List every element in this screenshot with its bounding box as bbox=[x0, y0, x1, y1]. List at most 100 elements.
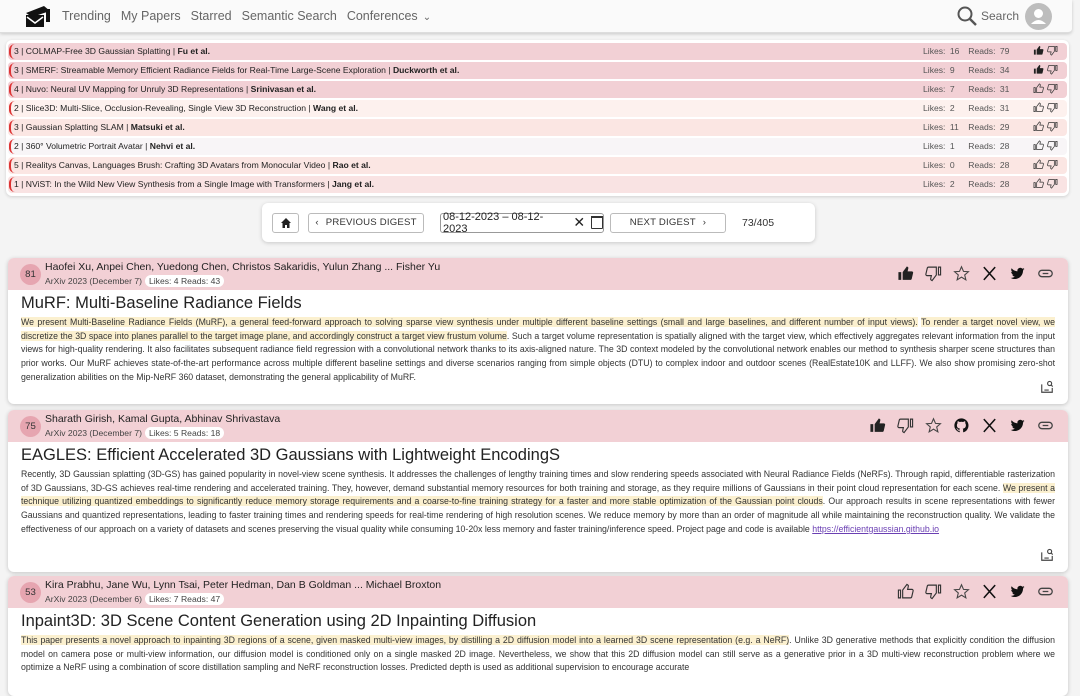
digest-authors: Wang et al. bbox=[313, 103, 359, 114]
thumb-up-filled-icon[interactable] bbox=[897, 265, 914, 287]
digest-row-text[interactable]: 1 | NViST: In the Wild New View Synthesi… bbox=[14, 179, 923, 189]
nav-my-papers[interactable]: My Papers bbox=[121, 9, 181, 23]
thumb-down-icon[interactable] bbox=[925, 265, 942, 287]
nav-semantic-search[interactable]: Semantic Search bbox=[242, 9, 337, 23]
digest-row-text[interactable]: 2 | 360° Volumetric Portrait Avatar | Ne… bbox=[14, 141, 923, 151]
star-icon[interactable] bbox=[953, 583, 970, 605]
github-icon[interactable] bbox=[953, 417, 970, 439]
thumb-down-icon[interactable] bbox=[1047, 102, 1058, 115]
digest-title: COLMAP-Free 3D Gaussian Splatting bbox=[25, 46, 171, 57]
digest-row-text[interactable]: 3 | COLMAP-Free 3D Gaussian Splatting | … bbox=[14, 46, 923, 56]
digest-stats: Likes: 11 Reads: 29 bbox=[923, 122, 1023, 132]
digest-row-text[interactable]: 3 | Gaussian Splatting SLAM | Matsuki et… bbox=[14, 122, 923, 132]
home-button[interactable] bbox=[272, 212, 299, 233]
x-icon[interactable] bbox=[981, 417, 998, 439]
star-icon[interactable] bbox=[953, 265, 970, 287]
thumb-up-icon[interactable] bbox=[1033, 102, 1044, 115]
calendar-icon[interactable] bbox=[591, 215, 603, 229]
paper-title[interactable]: MuRF: Multi-Baseline Radiance Fields bbox=[21, 294, 1068, 316]
next-digest-button[interactable]: NEXT DIGEST › bbox=[610, 212, 726, 233]
project-link[interactable]: https://efficientgaussian.github.io bbox=[812, 524, 939, 534]
likes-count: 9 bbox=[949, 65, 955, 76]
paper-authors[interactable]: Kira Prabhu, Jane Wu, Lynn Tsai, Peter H… bbox=[45, 579, 441, 591]
search-icon bbox=[957, 6, 977, 26]
digest-row[interactable]: 3 | SMERF: Streamable Memory Efficient R… bbox=[8, 61, 1067, 79]
thumb-up-icon[interactable] bbox=[897, 583, 914, 605]
digest-row[interactable]: 4 | Nuvo: Neural UV Mapping for Unruly 3… bbox=[8, 80, 1067, 98]
digest-stats: Likes: 0 Reads: 28 bbox=[923, 160, 1023, 170]
reads-label: Reads: bbox=[968, 65, 996, 76]
digest-stats: Likes: 7 Reads: 31 bbox=[923, 84, 1023, 94]
digest-row[interactable]: 2 | Slice3D: Multi-Slice, Occlusion-Reve… bbox=[8, 99, 1067, 117]
twitter-icon[interactable] bbox=[1009, 265, 1026, 287]
paper-title[interactable]: Inpaint3D: 3D Scene Content Generation u… bbox=[21, 612, 1068, 634]
link-icon[interactable] bbox=[1037, 417, 1054, 439]
thumb-up-icon[interactable] bbox=[1033, 121, 1044, 134]
previous-digest-button[interactable]: ‹ PREVIOUS DIGEST bbox=[308, 212, 424, 233]
digest-row-text[interactable]: 4 | Nuvo: Neural UV Mapping for Unruly 3… bbox=[14, 84, 923, 94]
twitter-icon[interactable] bbox=[1009, 417, 1026, 439]
search-button[interactable]: Search bbox=[956, 5, 1019, 27]
user-avatar[interactable] bbox=[1025, 2, 1052, 30]
paper-authors[interactable]: Sharath Girish, Kamal Gupta, Abhinav Shr… bbox=[45, 413, 280, 425]
digest-row[interactable]: 2 | 360° Volumetric Portrait Avatar | Ne… bbox=[8, 137, 1067, 155]
star-icon[interactable] bbox=[925, 417, 942, 439]
reads-count: 31 bbox=[999, 103, 1010, 114]
paper-title[interactable]: EAGLES: Efficient Accelerated 3D Gaussia… bbox=[21, 446, 1068, 468]
paper-header: 75 Sharath Girish, Kamal Gupta, Abhinav … bbox=[8, 410, 1068, 442]
twitter-icon[interactable] bbox=[1009, 583, 1026, 605]
digest-navigation: ‹ PREVIOUS DIGEST 08-12-2023 – 08-12-202… bbox=[262, 203, 815, 242]
thumb-up-icon[interactable] bbox=[1033, 140, 1044, 153]
digest-stats: Likes: 16 Reads: 79 bbox=[923, 46, 1023, 56]
digest-row[interactable]: 3 | COLMAP-Free 3D Gaussian Splatting | … bbox=[8, 42, 1067, 60]
next-digest-label: NEXT DIGEST bbox=[629, 217, 696, 228]
nav-trending[interactable]: Trending bbox=[62, 9, 111, 23]
digest-row[interactable]: 1 | NViST: In the Wild New View Synthesi… bbox=[8, 175, 1067, 193]
thumb-up-icon[interactable] bbox=[1033, 178, 1044, 191]
link-icon[interactable] bbox=[1037, 265, 1054, 287]
nav-starred[interactable]: Starred bbox=[191, 9, 232, 23]
logo-icon[interactable] bbox=[24, 4, 52, 28]
digest-authors: Nehvi et al. bbox=[149, 141, 196, 152]
thumb-down-icon[interactable] bbox=[897, 417, 914, 439]
thumb-down-icon[interactable] bbox=[1047, 178, 1058, 191]
paper-meta: ArXiv 2023 (December 7) Likes: 5 Reads: … bbox=[45, 427, 225, 439]
digest-list: 3 | COLMAP-Free 3D Gaussian Splatting | … bbox=[6, 40, 1069, 196]
thumb-down-icon[interactable] bbox=[1047, 64, 1058, 77]
thumb-up-filled-icon[interactable] bbox=[1033, 64, 1044, 77]
paper-authors[interactable]: Haofei Xu, Anpei Chen, Yuedong Chen, Chr… bbox=[45, 261, 440, 273]
digest-row-text[interactable]: 2 | Slice3D: Multi-Slice, Occlusion-Reve… bbox=[14, 103, 923, 113]
thumb-down-icon[interactable] bbox=[1047, 83, 1058, 96]
thumb-down-icon[interactable] bbox=[1047, 121, 1058, 134]
nav-conferences[interactable]: Conferences ⌄ bbox=[347, 9, 431, 23]
reads-label: Reads: bbox=[968, 103, 996, 114]
paper-header: 81 Haofei Xu, Anpei Chen, Yuedong Chen, … bbox=[8, 258, 1068, 290]
digest-row-text[interactable]: 5 | Realitys Canvas, Languages Brush: Cr… bbox=[14, 160, 923, 170]
thumb-down-icon[interactable] bbox=[1047, 159, 1058, 172]
thumb-up-icon[interactable] bbox=[1033, 159, 1044, 172]
expand-icon[interactable] bbox=[1040, 380, 1054, 394]
thumb-down-icon[interactable] bbox=[1047, 45, 1058, 58]
likes-label: Likes: bbox=[923, 160, 946, 171]
digest-authors: Jang et al. bbox=[331, 179, 374, 190]
expand-icon[interactable] bbox=[1040, 548, 1054, 562]
digest-row[interactable]: 3 | Gaussian Splatting SLAM | Matsuki et… bbox=[8, 118, 1067, 136]
thumb-down-icon[interactable] bbox=[1047, 140, 1058, 153]
thumb-up-filled-icon[interactable] bbox=[1033, 45, 1044, 58]
abstract-text: Recently, 3D Gaussian splatting (3D-GS) … bbox=[21, 469, 1055, 493]
thumb-up-filled-icon[interactable] bbox=[869, 417, 886, 439]
date-range-field[interactable]: 08-12-2023 – 08-12-2023 ✕ bbox=[440, 211, 604, 235]
paper-card: 53 Kira Prabhu, Jane Wu, Lynn Tsai, Pete… bbox=[8, 576, 1068, 696]
thumb-down-icon[interactable] bbox=[925, 583, 942, 605]
link-icon[interactable] bbox=[1037, 583, 1054, 605]
likes-label: Likes: bbox=[923, 179, 946, 190]
digest-row-text[interactable]: 3 | SMERF: Streamable Memory Efficient R… bbox=[14, 65, 923, 75]
x-icon[interactable] bbox=[981, 583, 998, 605]
thumb-up-icon[interactable] bbox=[1033, 83, 1044, 96]
paper-score: 53 bbox=[20, 582, 41, 603]
clear-icon[interactable]: ✕ bbox=[573, 214, 585, 231]
x-icon[interactable] bbox=[981, 265, 998, 287]
paper-abstract: This paper presents a novel approach to … bbox=[21, 634, 1055, 675]
reads-count: 31 bbox=[999, 84, 1010, 95]
digest-row[interactable]: 5 | Realitys Canvas, Languages Brush: Cr… bbox=[8, 156, 1067, 174]
